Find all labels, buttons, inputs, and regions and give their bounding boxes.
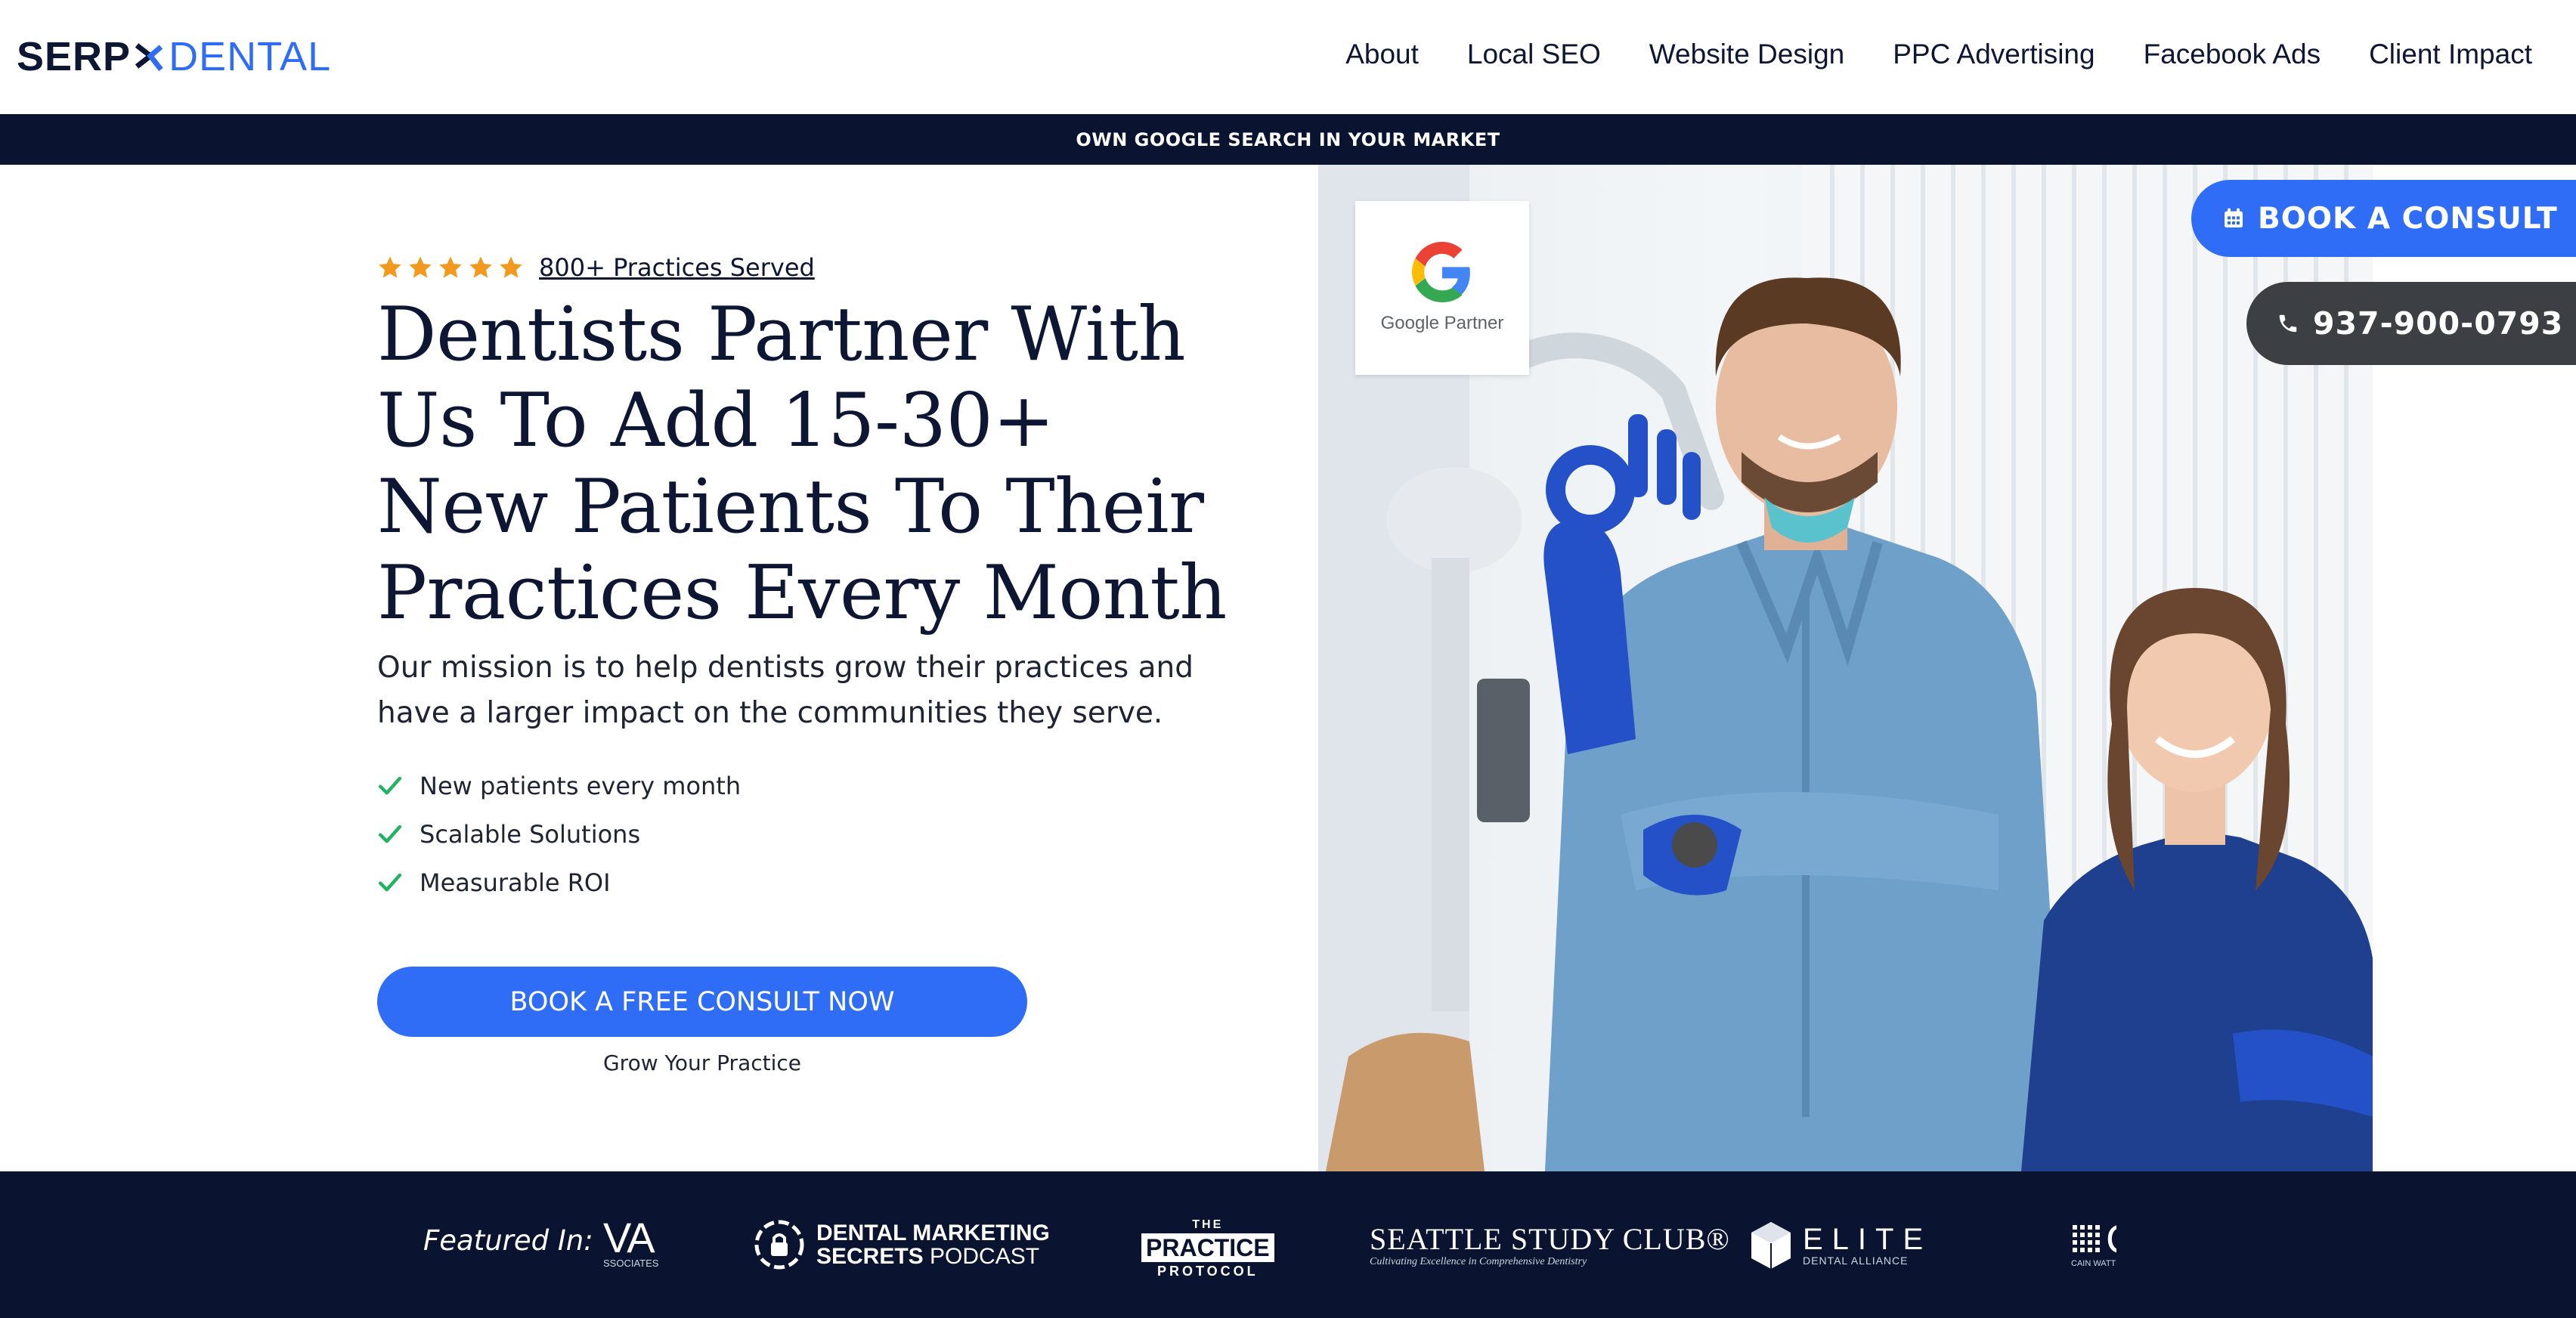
hero-content: 800+ Practices Served Dentists Partner W… (377, 249, 1231, 907)
calendar-icon (2225, 208, 2243, 227)
floating-book-consult-button[interactable]: BOOK A CONSULT (2191, 180, 2576, 257)
benefit-text: New patients every month (420, 772, 742, 800)
nav-facebook-ads[interactable]: Facebook Ads (2144, 39, 2321, 70)
check-icon (378, 873, 402, 892)
star-icon (469, 256, 492, 278)
google-partner-badge: Google Partner (1355, 201, 1529, 375)
star-rating (377, 255, 524, 280)
site-header: SERP DENTAL About Local SEO Website Desi… (0, 0, 2576, 114)
announcement-bar: OWN GOOGLE SEARCH IN YOUR MARKET (0, 114, 2576, 165)
book-free-consult-button[interactable]: BOOK A FREE CONSULT NOW (377, 967, 1027, 1037)
logo-secondary-text: DENTAL (169, 34, 332, 79)
featured-in-band (0, 1171, 2576, 1318)
ssc-main: SEATTLE STUDY CLUB® (1370, 1222, 1730, 1256)
nav-local-seo[interactable]: Local SEO (1467, 39, 1601, 70)
cube-icon (1751, 1222, 1791, 1269)
tpp-middle: PRACTICE (1141, 1233, 1274, 1262)
grid-logo-icon (2073, 1225, 2100, 1252)
logo-primary-text: SERP (17, 34, 132, 79)
nav-about[interactable]: About (1345, 39, 1419, 70)
wva-sub-text: SSOCIATES (603, 1258, 659, 1269)
main-nav: About Local SEO Website Design PPC Adver… (1345, 32, 2532, 77)
elite-sub: DENTAL ALLIANCE (1803, 1255, 1909, 1267)
star-icon (379, 256, 401, 278)
site-logo[interactable]: SERP DENTAL (17, 32, 331, 82)
floating-phone-button[interactable]: 937-900-0793 (2246, 282, 2576, 365)
benefits-list: New patients every month Scalable Soluti… (377, 762, 1231, 907)
wva-main-text: VA (603, 1214, 655, 1261)
floating-book-label: BOOK A CONSULT (2258, 201, 2558, 236)
logo-mark-icon (135, 43, 163, 72)
mission-statement: Our mission is to help dentists grow the… (377, 651, 1194, 730)
nav-ppc-advertising[interactable]: PPC Advertising (1893, 39, 2095, 70)
check-icon (378, 776, 402, 795)
benefit-item: Measurable ROI (377, 859, 1231, 907)
star-icon (409, 256, 432, 278)
phone-icon (2279, 314, 2297, 333)
practices-served-link[interactable]: 800+ Practices Served (539, 253, 815, 282)
benefit-item: New patients every month (377, 762, 1231, 810)
nav-website-design[interactable]: Website Design (1649, 39, 1844, 70)
dms-line2-bold: SECRETS (816, 1244, 924, 1269)
benefit-text: Measurable ROI (420, 868, 611, 897)
google-g-icon (1412, 242, 1470, 302)
hero-headline: Dentists Partner With Us To Add 15-30+ N… (377, 292, 1227, 636)
ssc-tagline: Cultivating Excellence in Comprehensive … (1370, 1256, 1587, 1267)
dms-line2: SECRETS PODCAST (816, 1245, 1050, 1268)
featured-logo-seattle-study-club: SEATTLE STUDY CLUB® Cultivating Excellen… (1370, 1223, 1730, 1268)
announcement-text: OWN GOOGLE SEARCH IN YOUR MARKET (1076, 128, 1500, 150)
benefit-item: Scalable Solutions (377, 810, 1231, 859)
cta-subtext: Grow Your Practice (602, 1050, 802, 1075)
elite-main: ELITE (1803, 1223, 1933, 1256)
featured-logo-wva: VA SSOCIATES (603, 1217, 659, 1270)
rating-row: 800+ Practices Served (377, 249, 1231, 286)
featured-in-label: Featured In: (423, 1224, 593, 1257)
star-icon (500, 256, 522, 278)
tpp-bottom: PROTOCOL (1156, 1264, 1259, 1279)
featured-logo-practice-protocol: THE PRACTICE PROTOCOL (1141, 1218, 1274, 1279)
carousel-mask (2116, 1209, 2162, 1285)
dms-line2-light: PODCAST (923, 1244, 1040, 1269)
tpp-top: THE (1192, 1218, 1224, 1231)
dms-line1: DENTAL MARKETING (816, 1221, 1050, 1245)
google-partner-label: Google Partner (1380, 313, 1504, 333)
star-icon (439, 256, 462, 278)
featured-logo-elite-dental-alliance: ELITE DENTAL ALLIANCE (1750, 1221, 1932, 1270)
floating-phone-number: 937-900-0793 (2313, 305, 2564, 342)
benefit-text: Scalable Solutions (420, 820, 641, 849)
nav-client-impact[interactable]: Client Impact (2369, 39, 2532, 70)
check-icon (378, 825, 402, 843)
featured-logo-dental-marketing-secrets: DENTAL MARKETING SECRETS PODCAST (753, 1218, 1050, 1271)
podcast-lock-icon (754, 1220, 804, 1270)
